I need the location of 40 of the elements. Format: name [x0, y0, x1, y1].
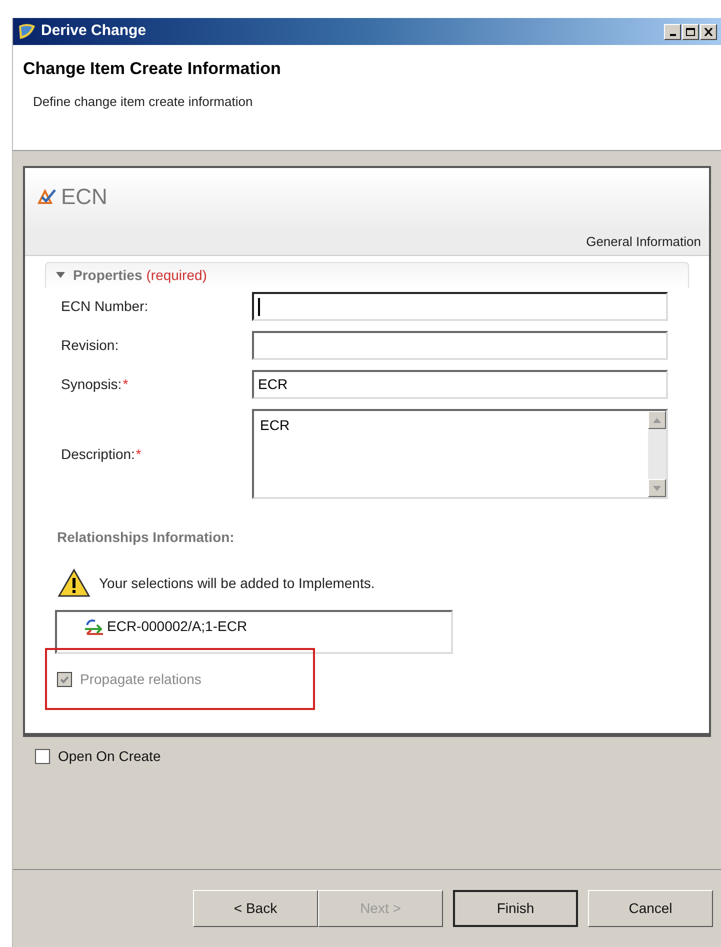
field-label: Revision:: [61, 336, 119, 355]
text-field[interactable]: ECR: [252, 370, 668, 399]
close-icon: [704, 28, 713, 36]
checkbox-label: Propagate relations: [80, 670, 202, 689]
field-label: Description:: [61, 444, 135, 464]
required-mark: *: [136, 444, 142, 464]
section-tab[interactable]: General Information: [586, 232, 701, 252]
page-title: Change Item Create Information: [23, 58, 282, 80]
window-title: Derive Change: [41, 21, 146, 42]
checkbox[interactable]: [35, 748, 50, 764]
minimize-button[interactable]: [664, 24, 681, 40]
section-title: Properties: [73, 266, 142, 285]
relationships-title: Relationships Information:: [57, 528, 236, 547]
text-field[interactable]: [252, 292, 668, 321]
checkbox-label: Open On Create: [58, 746, 161, 766]
scrollbar[interactable]: [648, 411, 666, 497]
warning-message: Your selections will be added to Implements.: [99, 574, 375, 593]
field-label: Synopsis:: [61, 375, 122, 394]
page-subtitle: Define change item create information: [33, 92, 254, 111]
section-header[interactable]: Properties (required): [45, 262, 689, 288]
dialog-button[interactable]: Finish: [453, 890, 578, 927]
checkmark-icon: [59, 674, 70, 684]
up-arrow-icon: [653, 418, 661, 422]
maximize-button[interactable]: [682, 24, 699, 40]
check-icon: [37, 187, 57, 205]
dialog-button[interactable]: Cancel: [588, 890, 713, 927]
form-title: ECN: [61, 182, 108, 210]
collapse-icon: [56, 272, 65, 279]
text-field[interactable]: [252, 331, 668, 360]
required-note: (required): [146, 266, 207, 285]
text-area[interactable]: ECR: [252, 409, 668, 499]
app-icon: [17, 22, 37, 40]
warning-icon: [57, 568, 91, 598]
dialog-button[interactable]: < Back: [193, 890, 318, 927]
exchange-arrows-icon: [83, 616, 105, 636]
field-label: ECN Number:: [61, 297, 148, 316]
list-item[interactable]: ECR-000002/A;1-ECR: [107, 616, 248, 637]
down-arrow-icon: [653, 486, 661, 490]
required-mark: *: [122, 375, 128, 394]
close-button[interactable]: [700, 24, 717, 40]
